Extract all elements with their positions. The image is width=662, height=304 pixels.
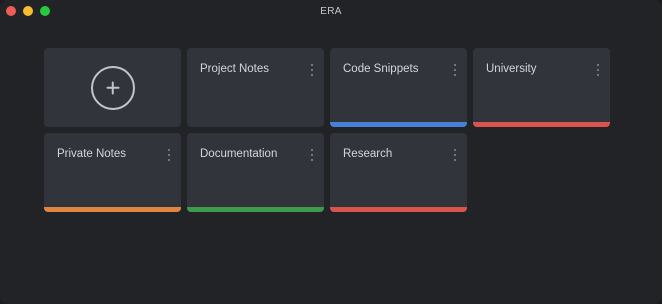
title-bar: ERA (0, 0, 662, 22)
accent-bar (330, 122, 467, 127)
notebook-card-code-snippets[interactable]: Code Snippets (330, 48, 467, 127)
notebook-card-university[interactable]: University (473, 48, 610, 127)
more-options-icon[interactable] (453, 149, 457, 161)
notebook-title: Research (343, 148, 393, 160)
minimize-window-button[interactable] (23, 6, 33, 16)
notebook-grid: Project Notes Code Snippets University P… (44, 48, 610, 212)
accent-bar (330, 207, 467, 212)
notebook-card-private-notes[interactable]: Private Notes (44, 133, 181, 212)
add-notebook-button[interactable] (44, 48, 181, 127)
notebook-card-documentation[interactable]: Documentation (187, 133, 324, 212)
notebook-title: Private Notes (57, 148, 127, 160)
window-controls (6, 6, 50, 16)
more-options-icon[interactable] (310, 64, 314, 76)
notebook-title: University (486, 63, 537, 75)
notebook-title: Documentation (200, 148, 278, 160)
maximize-window-button[interactable] (40, 6, 50, 16)
notebook-card-research[interactable]: Research (330, 133, 467, 212)
close-window-button[interactable] (6, 6, 16, 16)
accent-bar (473, 122, 610, 127)
plus-circle-icon (90, 65, 135, 110)
more-options-icon[interactable] (310, 149, 314, 161)
more-options-icon[interactable] (167, 149, 171, 161)
app-window: ERA Project Notes Code Snippets Universi… (0, 0, 662, 304)
window-title: ERA (320, 5, 342, 17)
accent-bar (44, 207, 181, 212)
notebook-title: Project Notes (200, 63, 270, 75)
more-options-icon[interactable] (453, 64, 457, 76)
more-options-icon[interactable] (596, 64, 600, 76)
notebook-card-project-notes[interactable]: Project Notes (187, 48, 324, 127)
notebook-title: Code Snippets (343, 63, 419, 75)
accent-bar (187, 207, 324, 212)
